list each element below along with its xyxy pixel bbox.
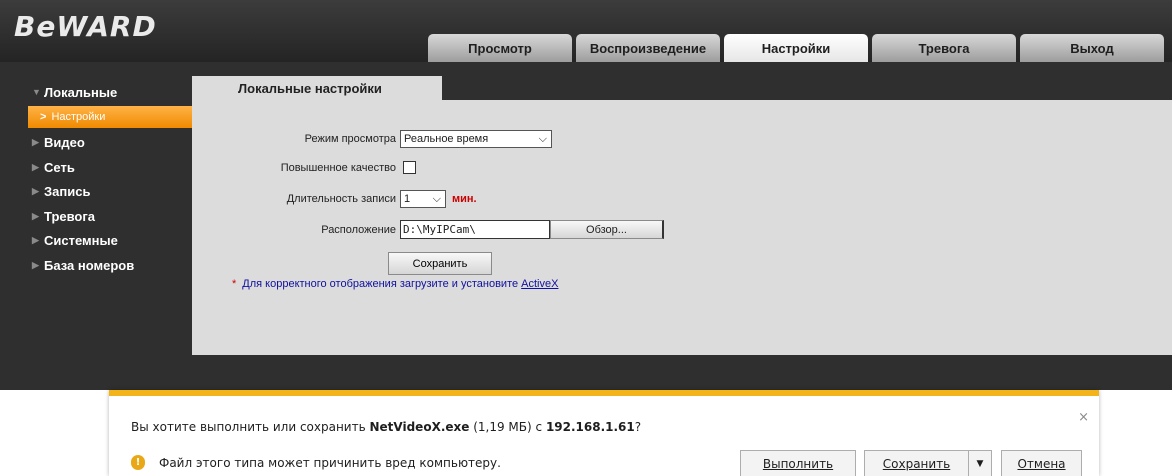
sidebar-item-label: Локальные: [44, 84, 118, 100]
sidebar-item-plates-db[interactable]: ▶ База номеров: [28, 253, 192, 278]
tab-view[interactable]: Просмотр: [428, 34, 572, 62]
sidebar-item-local[interactable]: ▼ Локальные: [28, 80, 192, 105]
duration-value: 1: [404, 193, 411, 205]
browse-button[interactable]: Обзор...: [550, 220, 664, 239]
tab-exit[interactable]: Выход: [1020, 34, 1164, 62]
file-size: (1,19 МБ) с: [469, 420, 546, 434]
collapsed-triangle-icon: ▶: [32, 210, 39, 221]
sidebar-item-label: База номеров: [44, 257, 135, 273]
collapsed-triangle-icon: ▶: [32, 259, 39, 270]
sidebar-item-label: Запись: [44, 184, 91, 200]
cancel-button[interactable]: Отмена: [1001, 450, 1082, 476]
sidebar-item-alarm[interactable]: ▶ Тревога: [28, 204, 192, 229]
location-label: Расположение: [321, 223, 396, 236]
collapsed-triangle-icon: ▶: [32, 137, 39, 148]
sidebar-item-video[interactable]: ▶ Видео: [28, 131, 192, 156]
sidebar-item-label: Тревога: [44, 208, 96, 224]
duration-label: Длительность записи: [286, 193, 396, 205]
quality-row: Повышенное качество: [192, 161, 416, 174]
question-suffix: ?: [634, 420, 642, 434]
view-mode-row: Режим просмотра Реальное время ⌵: [192, 130, 552, 148]
save-button[interactable]: Сохранить: [388, 252, 492, 275]
view-mode-select[interactable]: Реальное время ⌵: [400, 130, 552, 148]
sidebar-subitem-label: Настройки: [51, 110, 106, 123]
sidebar-item-system[interactable]: ▶ Системные: [28, 229, 192, 254]
view-mode-value: Реальное время: [404, 133, 489, 145]
question-prefix: Вы хотите выполнить или сохранить: [131, 420, 370, 434]
content-tab-local-settings[interactable]: Локальные настройки: [192, 76, 442, 100]
activex-link[interactable]: ActiveX: [521, 278, 558, 290]
duration-row: Длительность записи 1 ⌵ мин.: [192, 190, 477, 208]
save-download-button[interactable]: Сохранить: [864, 450, 969, 476]
quality-label: Повышенное качество: [280, 161, 396, 174]
app-window: BeWARD Просмотр Воспроизведение Настройк…: [0, 0, 1172, 390]
save-download-label: Сохранить: [882, 456, 951, 471]
run-button[interactable]: Выполнить: [740, 450, 856, 476]
sidebar-item-record[interactable]: ▶ Запись: [28, 180, 192, 205]
collapsed-triangle-icon: ▶: [32, 161, 39, 172]
expanded-triangle-icon: ▼: [32, 87, 41, 98]
download-warning: ! Файл этого типа может причинить вред к…: [131, 455, 501, 470]
quality-checkbox[interactable]: [403, 161, 416, 174]
chevron-down-icon: ⌵: [538, 132, 547, 145]
beward-logo: BeWARD: [14, 10, 157, 43]
tab-settings[interactable]: Настройки: [724, 34, 868, 62]
collapsed-triangle-icon: ▶: [32, 186, 39, 197]
sidebar: ▼ Локальные > Настройки ▶ Видео ▶ Сеть ▶…: [28, 80, 192, 278]
location-row: Расположение D:\MyIPCam\ Обзор...: [192, 220, 664, 239]
activex-notice: * Для корректного отображения загрузите и…: [232, 278, 558, 290]
tab-playback[interactable]: Воспроизведение: [576, 34, 720, 62]
sidebar-item-label: Видео: [44, 135, 85, 151]
header: BeWARD Просмотр Воспроизведение Настройк…: [0, 0, 1172, 62]
settings-panel: Режим просмотра Реальное время ⌵ Повышен…: [192, 100, 1172, 355]
warning-text: Файл этого типа может причинить вред ком…: [159, 455, 501, 470]
sidebar-item-label: Сеть: [44, 159, 75, 175]
sidebar-subitem-settings[interactable]: > Настройки: [28, 105, 192, 128]
download-notification-bar: Вы хотите выполнить или сохранить NetVid…: [109, 390, 1099, 476]
download-question: Вы хотите выполнить или сохранить NetVid…: [131, 420, 641, 434]
cancel-button-label: Отмена: [1017, 456, 1066, 471]
chevron-right-icon: >: [40, 110, 47, 123]
notice-text: Для корректного отображения загрузите и …: [242, 278, 522, 290]
view-mode-label: Режим просмотра: [304, 133, 396, 145]
warning-shield-icon: !: [131, 455, 145, 470]
host-address: 192.168.1.61: [545, 420, 635, 434]
sidebar-item-label: Системные: [44, 233, 118, 249]
run-button-label: Выполнить: [762, 456, 834, 471]
file-name: NetVideoX.exe: [369, 420, 470, 434]
sidebar-item-network[interactable]: ▶ Сеть: [28, 155, 192, 180]
main-tabs: Просмотр Воспроизведение Настройки Трево…: [428, 34, 1164, 62]
notice-star: *: [232, 278, 237, 290]
duration-unit: мин.: [452, 193, 477, 205]
location-input[interactable]: D:\MyIPCam\: [400, 220, 550, 239]
save-options-dropdown[interactable]: ▼: [968, 450, 992, 476]
collapsed-triangle-icon: ▶: [32, 235, 39, 246]
tab-alarm[interactable]: Тревога: [872, 34, 1016, 62]
close-icon[interactable]: ×: [1078, 410, 1089, 425]
duration-select[interactable]: 1 ⌵: [400, 190, 446, 208]
chevron-down-icon: ⌵: [432, 192, 441, 205]
